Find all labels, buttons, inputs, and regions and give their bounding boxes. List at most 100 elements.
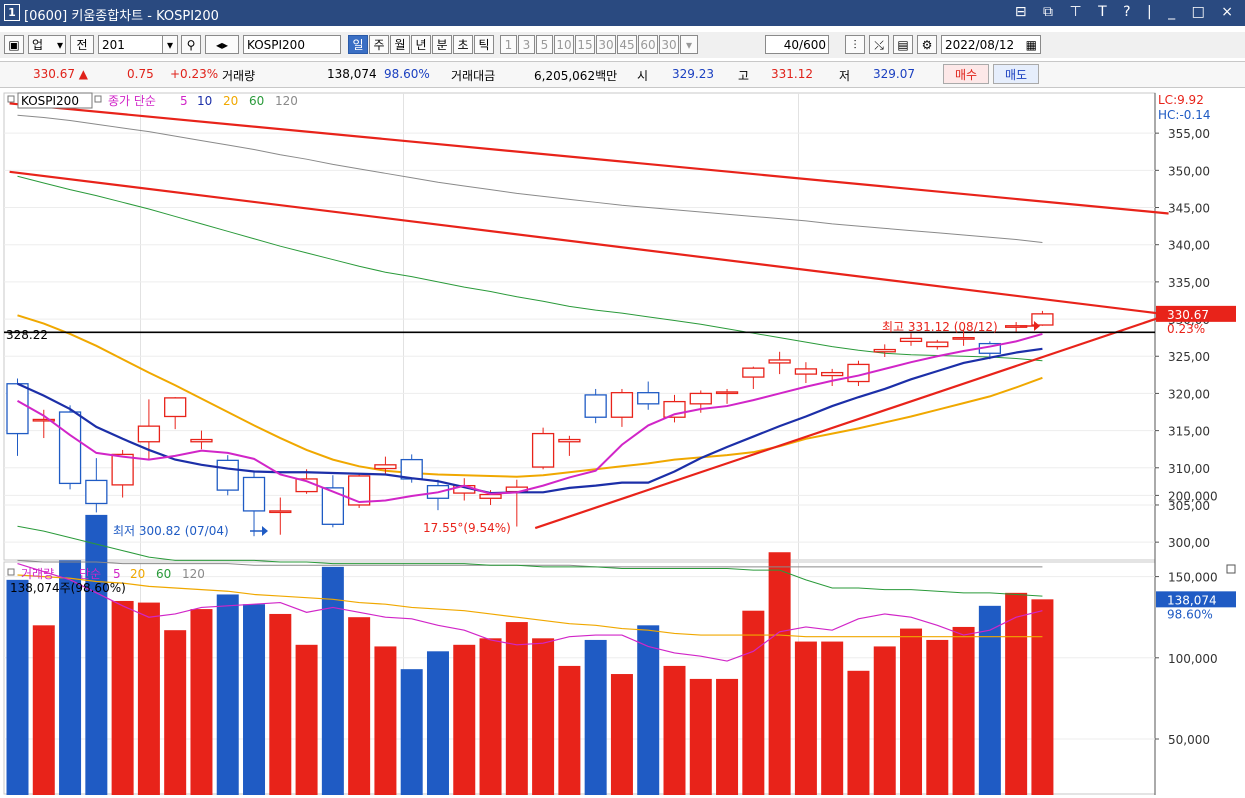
period-button-2[interactable]: 주 — [369, 35, 389, 54]
volume-bar-32 — [821, 641, 844, 795]
high-annotation: 최고 331.12 (08/12) — [882, 320, 998, 334]
candle-body-4 — [85, 479, 108, 505]
minute-dropdown-icon[interactable]: ▾ — [680, 35, 698, 54]
last-price: 330.67 ▲ — [33, 67, 89, 81]
search-icon[interactable]: ⚲ — [181, 35, 201, 54]
volume-bar-33 — [847, 670, 870, 795]
volume-legend-label: 거래량 — [21, 567, 54, 581]
volume-bar-14 — [348, 617, 371, 795]
price-tick-label-340: 340,00 — [1168, 239, 1210, 253]
period-select[interactable]: 전 — [70, 35, 94, 54]
minute-button-4[interactable]: 10 — [554, 35, 574, 54]
volume-bar-1 — [6, 579, 29, 795]
volume-legend-period-60: 60 — [156, 567, 171, 581]
period-button-3[interactable]: 월 — [390, 35, 410, 54]
code-dropdown-icon[interactable]: ▾ — [162, 35, 178, 54]
price-tick-label-325: 325,00 — [1168, 350, 1210, 364]
sell-button[interactable]: 매도 — [993, 64, 1039, 84]
window-controls[interactable]: ⊟ ⧉ ⊤ T ? | _ □ × — [1015, 4, 1239, 20]
candle-body-31 — [794, 368, 818, 375]
candle-body-16 — [400, 458, 423, 480]
price-tick-label-345: 345,00 — [1168, 202, 1210, 216]
candle-body-11 — [269, 510, 292, 514]
ma-legend-period-120: 120 — [275, 94, 298, 108]
minute-button-3[interactable]: 5 — [536, 35, 553, 54]
calendar-icon[interactable]: ▦ — [1026, 36, 1037, 55]
buy-button[interactable]: 매수 — [943, 64, 989, 84]
volume-bar-35 — [900, 628, 923, 795]
volume-ma-legend-label: 단순 — [79, 567, 101, 581]
market-select[interactable]: 업 ▾ — [28, 35, 66, 54]
minute-button-7[interactable]: 45 — [617, 35, 637, 54]
minute-button-5[interactable]: 15 — [575, 35, 595, 54]
gear-icon[interactable]: ⚙ — [917, 35, 937, 54]
last-pct-tag-text: 0.23% — [1167, 322, 1205, 336]
crosshair-icon[interactable]: ⤯ — [869, 35, 889, 54]
minute-button-9[interactable]: 30 — [659, 35, 679, 54]
chart-svg[interactable]: 300,00305,00310,00315,00320,00325,00330,… — [0, 88, 1245, 795]
change-percent: +0.23% — [170, 67, 219, 81]
volume-bar-19 — [479, 638, 502, 795]
candle-body-6 — [137, 425, 161, 443]
legend-box-icon — [7, 95, 15, 103]
count-total: /600 — [799, 38, 826, 52]
stock-nav-icon[interactable]: ◂▸ — [205, 35, 239, 54]
minute-button-6[interactable]: 30 — [596, 35, 616, 54]
volume-tick-label-100000: 100,000 — [1168, 652, 1218, 666]
trend-angle-annotation: 17.55°(9.54%) — [423, 521, 511, 535]
volume-bar-22 — [558, 665, 581, 795]
volume-bar-13 — [321, 566, 344, 795]
high-value: 331.12 — [771, 67, 813, 81]
candle-body-13 — [321, 487, 345, 525]
candle-body-37 — [952, 337, 975, 340]
last-price-tag-text: 330.67 — [1167, 308, 1209, 322]
period-button-6[interactable]: 초 — [453, 35, 473, 54]
minute-button-1[interactable]: 1 — [500, 35, 517, 54]
period-button-1[interactable]: 일 — [348, 35, 368, 54]
ma-legend-period-60: 60 — [249, 94, 264, 108]
candle-body-10 — [242, 476, 266, 512]
volume-bar-36 — [926, 639, 949, 795]
high-label: 고 — [738, 69, 750, 83]
volume-tick-label-150000: 150,000 — [1168, 571, 1218, 585]
candle-body-32 — [821, 371, 844, 377]
price-tick-label-310: 310,00 — [1168, 462, 1210, 476]
volume-bar-15 — [374, 646, 397, 795]
volume-bar-12 — [295, 644, 318, 795]
chevron-down-icon: ▾ — [56, 38, 63, 52]
date-field[interactable]: 2022/08/12 ▦ — [941, 35, 1041, 54]
volume-value: 138,074 — [327, 67, 377, 81]
volume-bar-8 — [190, 609, 213, 795]
open-label: 시 — [637, 69, 649, 83]
period-button-7[interactable]: 틱 — [474, 35, 494, 54]
last-volume-pct-text: 98.60% — [1167, 607, 1213, 621]
candle-body-21 — [531, 432, 555, 468]
count-value: 40 — [783, 38, 800, 52]
last-volume-tag-text: 138,074 — [1167, 593, 1217, 607]
volume-bar-24 — [610, 674, 633, 795]
date-value: 2022/08/12 — [945, 38, 1015, 52]
minute-button-2[interactable]: 3 — [518, 35, 535, 54]
symbol-name-field[interactable]: KOSPI200 — [243, 35, 341, 54]
candle-body-28 — [715, 391, 739, 395]
minute-button-8[interactable]: 60 — [638, 35, 658, 54]
volume-bar-10 — [243, 604, 266, 795]
save-icon[interactable]: ▤ — [893, 35, 913, 54]
candle-body-15 — [374, 464, 397, 470]
open-value: 329.23 — [672, 67, 714, 81]
chart-area[interactable]: 300,00305,00310,00315,00320,00325,00330,… — [0, 88, 1245, 795]
volume-bar-30 — [768, 552, 791, 795]
price-tick-label-320: 320,00 — [1168, 387, 1210, 401]
count-field[interactable]: 40/600 — [765, 35, 829, 54]
amount-label: 거래대금 — [451, 69, 496, 83]
period-button-4[interactable]: 년 — [411, 35, 431, 54]
volume-legend-period-20: 20 — [130, 567, 145, 581]
volume-bar-9 — [216, 594, 239, 795]
candle-body-23 — [584, 394, 607, 418]
candle-settings-icon[interactable]: ⫶ — [845, 35, 865, 54]
volume-bar-26 — [663, 665, 686, 795]
candle-body-25 — [637, 392, 660, 405]
layout-icon[interactable]: ▣ — [4, 35, 24, 54]
volume-bar-16 — [400, 669, 423, 795]
period-button-5[interactable]: 분 — [432, 35, 452, 54]
